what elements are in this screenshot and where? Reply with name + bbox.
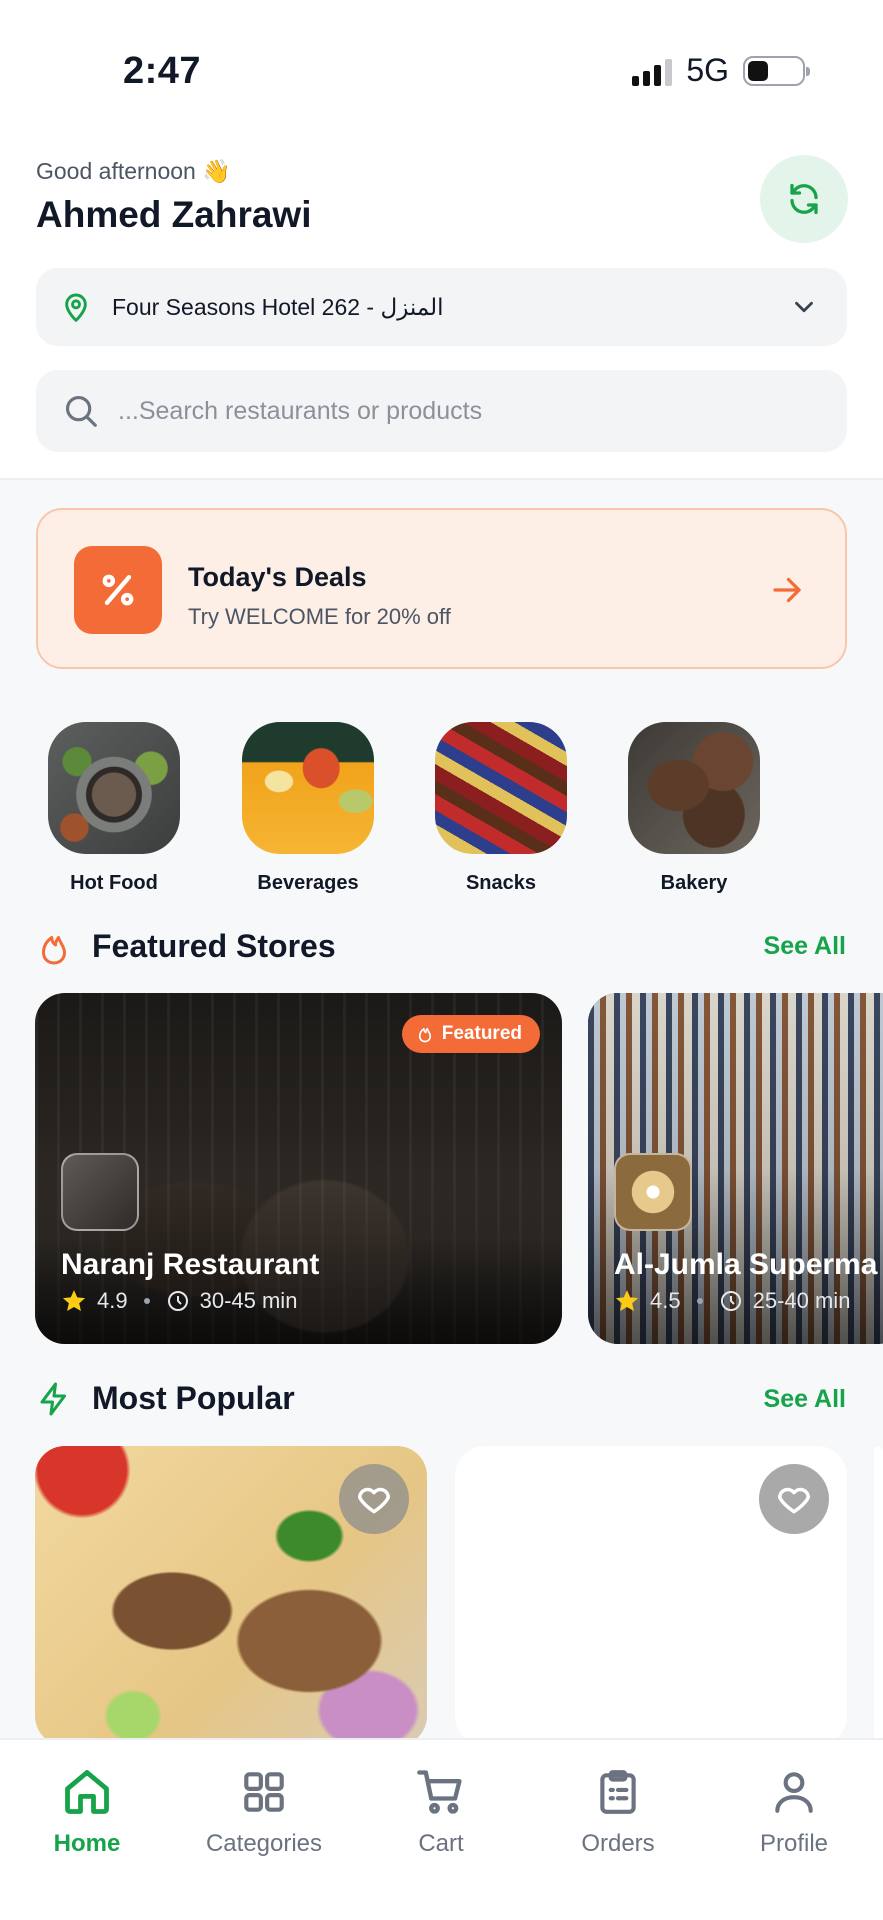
popular-product-card[interactable] [455,1446,847,1746]
most-popular-title: Most Popular [92,1380,295,1416]
chevron-down-icon [795,301,813,313]
nav-cart[interactable]: Cart [366,1760,516,1858]
status-time: 2:47 [123,50,202,92]
popular-see-all-link[interactable]: See All [764,1385,846,1414]
category-beverages[interactable]: Beverages [242,722,374,895]
nav-label: Cart [418,1830,464,1857]
category-label: Hot Food [70,872,158,894]
deals-subtitle: Try WELCOME for 20% off [188,604,451,629]
nav-label: Home [53,1830,121,1857]
store-meta: 4.5 25-40 min [614,1288,850,1314]
store-meta: 4.9 30-45 min [61,1288,297,1314]
featured-stores-title: Featured Stores [92,928,336,964]
popular-product-card[interactable] [35,1446,427,1746]
nav-label: Profile [759,1830,829,1857]
grid-icon [244,1772,284,1812]
flame-icon [42,936,66,965]
signal-icon [632,56,673,86]
featured-badge: Featured [401,1015,540,1053]
search-icon [65,395,97,427]
category-label: Bakery [660,872,728,894]
store-rating: 4.5 [650,1288,681,1313]
category-image [48,722,180,854]
search-bar[interactable] [36,370,847,452]
store-card-naranj[interactable]: Featured Naranj Restaurant 4.9 30-45 min [35,993,562,1344]
favorite-button[interactable] [339,1464,409,1534]
clock-icon [167,1291,188,1311]
featured-see-all-link[interactable]: See All [764,932,846,961]
search-input[interactable] [118,396,798,426]
favorite-button[interactable] [759,1464,829,1534]
clock-icon [720,1291,741,1311]
bottom-nav: Home Categories Cart Orders Profile [0,1738,883,1920]
store-logo [61,1153,139,1231]
greeting: Good afternoon 👋 [36,158,231,184]
nav-home[interactable]: Home [12,1760,162,1858]
refresh-icon [790,183,818,215]
deals-title: Today's Deals [188,562,367,592]
store-rating: 4.9 [97,1288,128,1313]
user-name: Ahmed Zahrawi [36,194,312,235]
user-icon [775,1772,813,1813]
category-snacks[interactable]: Snacks [435,722,567,895]
category-bakery[interactable]: Bakery [628,722,760,895]
category-image [435,722,567,854]
clipboard-icon [600,1770,636,1814]
percent-icon [74,546,162,634]
store-name: Naranj Restaurant [61,1248,320,1281]
category-image [628,722,760,854]
store-time: 25-40 min [752,1288,851,1313]
category-label: Snacks [465,872,537,894]
star-icon [62,1290,86,1311]
battery-icon [743,55,810,86]
nav-categories[interactable]: Categories [189,1760,339,1858]
category-hot-food[interactable]: Hot Food [48,722,180,895]
nav-profile[interactable]: Profile [719,1760,869,1858]
badge-label: Featured [441,1023,522,1044]
nav-orders[interactable]: Orders [543,1760,693,1858]
popular-product-card[interactable] [874,1446,883,1746]
store-time: 30-45 min [199,1288,298,1313]
refresh-button[interactable] [760,155,848,243]
home-icon [65,1770,109,1814]
store-name: Al-Jumla Superma [614,1248,878,1281]
location-pin-icon [65,293,87,322]
category-image [242,722,374,854]
address-selector[interactable]: Four Seasons Hotel 262 - المنزل [36,268,847,346]
store-logo [614,1153,692,1231]
lightning-icon [40,1382,66,1416]
status-icons: 5G [632,52,810,89]
nav-label: Categories [205,1830,323,1857]
heart-icon [358,1487,390,1514]
flame-icon [418,1027,431,1043]
star-icon [615,1290,639,1311]
todays-deals-banner[interactable]: Today's Deals Try WELCOME for 20% off [36,508,847,669]
nav-label: Orders [581,1830,655,1857]
address-text: Four Seasons Hotel 262 - المنزل [112,293,444,320]
arrow-right-icon [773,577,801,603]
cart-icon [417,1770,462,1814]
network-label: 5G [686,52,729,88]
heart-icon [778,1487,810,1514]
store-card-al-jumla[interactable]: Al-Jumla Superma 4.5 25-40 min [588,993,883,1344]
category-label: Beverages [257,872,359,894]
